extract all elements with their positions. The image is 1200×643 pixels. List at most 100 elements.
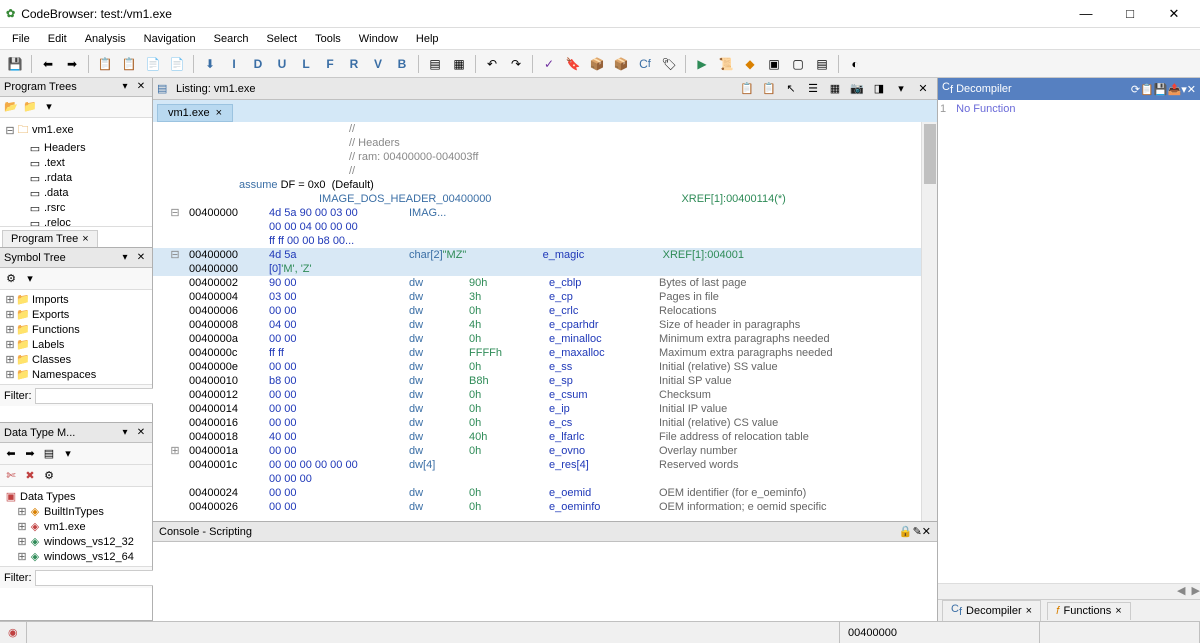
listing-scrollbar[interactable] <box>921 122 937 521</box>
dt-back-icon[interactable]: ⬅ <box>2 445 20 463</box>
console-close-icon[interactable]: ✕ <box>922 525 931 538</box>
sym-imports[interactable]: ⊞📁Imports <box>2 292 150 307</box>
listing-row[interactable]: 0040000a 00 00 dw 0h e_minalloc Minimum … <box>153 332 937 346</box>
tab-functions[interactable]: 𝑓Functions× <box>1047 602 1131 620</box>
sym-classes[interactable]: ⊞📁Classes <box>2 352 150 367</box>
sym-exports[interactable]: ⊞📁Exports <box>2 307 150 322</box>
lh-paste-icon[interactable]: 📋 <box>759 80 779 98</box>
back-button[interactable]: ⬅ <box>37 53 59 75</box>
bundle-button[interactable]: 📦 <box>586 53 608 75</box>
down-arrow-icon[interactable]: ⬇ <box>199 53 221 75</box>
close-button[interactable]: ✕ <box>1154 3 1194 25</box>
listing-row[interactable]: // <box>153 122 937 136</box>
dt-builtin[interactable]: ⊞◈BuiltInTypes <box>2 504 150 519</box>
tree-node-headers[interactable]: ▭Headers <box>2 141 150 156</box>
tab-close-icon[interactable]: × <box>1026 605 1032 617</box>
listing-row[interactable]: ⊞0040001a 00 00 dw 0h e_ovno Overlay num… <box>153 444 937 458</box>
folder-icon[interactable]: 📁 <box>21 98 39 116</box>
listing-row[interactable]: 00400024 00 00 dw 0h e_oemid OEM identif… <box>153 486 937 500</box>
st-tool-icon[interactable]: ⚙ <box>2 270 20 288</box>
misc-button[interactable]: ◐ <box>844 53 866 75</box>
listing-row[interactable]: 00 00 00 <box>153 472 937 486</box>
lh-panel-icon[interactable]: ◨ <box>869 80 889 98</box>
sym-labels[interactable]: ⊞📁Labels <box>2 337 150 352</box>
console-edit-icon[interactable]: ✎ <box>913 525 922 538</box>
listing-row[interactable]: 00400002 90 00 dw 90h e_cblp Bytes of la… <box>153 276 937 290</box>
window2-button[interactable]: ▢ <box>787 53 809 75</box>
dt-del-icon[interactable]: ✖ <box>21 467 39 485</box>
redo-button[interactable]: ↷ <box>505 53 527 75</box>
lh-cursor-icon[interactable]: ↖ <box>781 80 801 98</box>
mark-b-button[interactable]: B <box>391 53 413 75</box>
lh-close-icon[interactable]: ✕ <box>913 80 933 98</box>
menu-window[interactable]: Window <box>351 31 406 47</box>
tab-close-icon[interactable]: × <box>1115 605 1121 617</box>
menu-navigation[interactable]: Navigation <box>136 31 204 47</box>
listing-row[interactable]: 00400012 00 00 dw 0h e_csum Checksum <box>153 388 937 402</box>
dt-root[interactable]: ▣Data Types <box>2 489 150 504</box>
script2-button[interactable]: 📦 <box>610 53 632 75</box>
listing-row[interactable]: assume DF = 0x0 (Default) <box>153 178 937 192</box>
listing-row[interactable]: 00400008 04 00 dw 4h e_cparhdr Size of h… <box>153 318 937 332</box>
tool4-button[interactable]: 📄 <box>166 53 188 75</box>
tab-program-tree[interactable]: Program Tree× <box>2 230 98 247</box>
bookmark-button[interactable]: 🔖 <box>562 53 584 75</box>
listing-row[interactable]: // Headers <box>153 136 937 150</box>
dc-refresh-icon[interactable]: ⟳ <box>1131 83 1140 96</box>
check-button[interactable]: ✓ <box>538 53 560 75</box>
sym-namespaces[interactable]: ⊞📁Namespaces <box>2 367 150 382</box>
folder-open-icon[interactable]: 📂 <box>2 98 20 116</box>
paste-button[interactable]: 📋 <box>118 53 140 75</box>
dt-vm1[interactable]: ⊞◈vm1.exe <box>2 519 150 534</box>
tab-close-icon[interactable]: × <box>82 233 88 245</box>
copy-button[interactable]: 📋 <box>94 53 116 75</box>
listing-row[interactable]: 0040001c 00 00 00 00 00 00 dw[4] e_res[4… <box>153 458 937 472</box>
lh-view-icon[interactable]: ▦ <box>825 80 845 98</box>
panel-close-icon[interactable]: ✕ <box>134 251 148 265</box>
listing-row[interactable]: 00400018 40 00 dw 40h e_lfarlc File addr… <box>153 430 937 444</box>
mark-d-button[interactable]: D <box>247 53 269 75</box>
script-button[interactable]: 📜 <box>715 53 737 75</box>
console-body[interactable] <box>153 542 937 621</box>
mark-l-button[interactable]: L <box>295 53 317 75</box>
listing-row[interactable]: 00400016 00 00 dw 0h e_cs Initial (relat… <box>153 416 937 430</box>
dt-conf-icon[interactable]: ⚙ <box>40 467 58 485</box>
sym-functions[interactable]: ⊞📁Functions <box>2 322 150 337</box>
dt-tool-icon[interactable]: ▤ <box>40 445 58 463</box>
run-button[interactable]: ▶ <box>691 53 713 75</box>
decomp-hscroll[interactable]: ◀ ▶ <box>938 583 1200 599</box>
listing-row[interactable]: // <box>153 164 937 178</box>
window3-button[interactable]: ▤ <box>811 53 833 75</box>
dt-win32[interactable]: ⊞◈windows_vs12_32 <box>2 534 150 549</box>
dc-save-icon[interactable]: 💾 <box>1154 83 1168 96</box>
menu-file[interactable]: File <box>4 31 38 47</box>
tree-node-data[interactable]: ▭.data <box>2 186 150 201</box>
listing-row[interactable]: // ram: 00400000-004003ff <box>153 150 937 164</box>
menu-analysis[interactable]: Analysis <box>77 31 134 47</box>
lh-menu-icon[interactable]: ▾ <box>891 80 911 98</box>
dc-export-icon[interactable]: 📤 <box>1168 83 1182 96</box>
mark-v-button[interactable]: V <box>367 53 389 75</box>
maximize-button[interactable]: □ <box>1110 3 1150 25</box>
listing-row[interactable]: 00400014 00 00 dw 0h e_ip Initial IP val… <box>153 402 937 416</box>
tag-button[interactable]: 🏷 <box>658 53 680 75</box>
menu-edit[interactable]: Edit <box>40 31 75 47</box>
tab-close-icon[interactable]: × <box>216 107 222 119</box>
listing-body[interactable]: //// Headers// ram: 00400000-004003ff//a… <box>153 122 937 521</box>
listing-row[interactable]: ⊟00400000 4d 5a char[2] "MZ" e_magic XRE… <box>153 248 937 262</box>
tab-decompile[interactable]: CfDecompiler× <box>942 600 1041 620</box>
listing-row[interactable]: IMAGE_DOS_HEADER_00400000XREF[1]: 004001… <box>153 192 937 206</box>
tree-node-rdata[interactable]: ▭.rdata <box>2 171 150 186</box>
tree-node-reloc[interactable]: ▭.reloc <box>2 216 150 227</box>
menu-tools[interactable]: Tools <box>307 31 349 47</box>
lh-copy-icon[interactable]: 📋 <box>737 80 757 98</box>
listing-row[interactable]: 0040000c ff ff dw FFFFh e_maxalloc Maxim… <box>153 346 937 360</box>
menu-help[interactable]: Help <box>408 31 447 47</box>
undo-button[interactable]: ↶ <box>481 53 503 75</box>
tree-node-text[interactable]: ▭.text <box>2 156 150 171</box>
tab-vm1[interactable]: vm1.exe × <box>157 104 233 122</box>
listing-row[interactable]: 00400026 00 00 dw 0h e_oeminfo OEM infor… <box>153 500 937 514</box>
dt-cut-icon[interactable]: ✄ <box>2 467 20 485</box>
minimize-button[interactable]: — <box>1066 3 1106 25</box>
dt-dropdown-icon[interactable]: ▾ <box>59 445 77 463</box>
